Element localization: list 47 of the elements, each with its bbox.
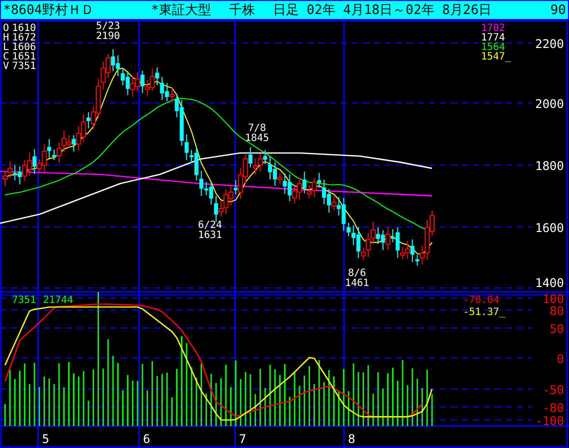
oscillator-axis-label: 100: [542, 292, 564, 306]
oscillator-axis-label: -50: [542, 383, 564, 397]
annotation-price: 2190: [96, 31, 120, 42]
annotation-date: 5/23: [96, 21, 120, 32]
ohlcv-label: H: [3, 32, 10, 44]
ohlcv-value: 1610: [12, 23, 36, 34]
period-label: 日足 02年 4月18日～02年 8月26日: [272, 4, 492, 16]
price-axis-label: 1800: [535, 159, 564, 173]
ohlcv-label: O: [3, 23, 10, 34]
oscillator-axis-label: 0: [556, 352, 564, 366]
month-label: 7: [239, 432, 246, 446]
ohlcv-label: V: [3, 61, 10, 72]
ohlcv-label: C: [3, 52, 10, 62]
annotation-date: 7/8: [248, 123, 266, 134]
oscillator-value: -51.37_: [463, 307, 506, 318]
month-label: 6: [143, 432, 150, 446]
annotation-price: 1631: [198, 230, 222, 241]
market-name: *東証大型: [151, 4, 211, 16]
ohlcv-value: 1651: [12, 52, 36, 62]
month-label: 8: [348, 432, 356, 446]
unit-label: 千株: [228, 4, 255, 16]
price-axis-label: 1600: [535, 221, 564, 235]
moving-average-value: 1564: [481, 42, 506, 53]
oscillator-axis-label: 50: [550, 322, 564, 336]
month-label: 5: [42, 432, 50, 446]
moving-average-value: 1774: [481, 32, 506, 44]
volume-readout: 7351: [12, 295, 36, 306]
moving-average-value: 1547_: [481, 52, 512, 62]
annotation-price: 1461: [344, 278, 370, 289]
oscillator-axis-label: -100: [535, 414, 564, 428]
stock-name: *8604野村ＨＤ: [3, 4, 96, 16]
annotation-price: 1845: [244, 133, 270, 144]
day-count: 90: [550, 4, 566, 16]
ohlcv-label: L: [3, 42, 10, 53]
oscillator-axis-label: -80: [542, 401, 564, 415]
volume-readout: 21744: [43, 295, 74, 306]
ohlcv-value: 1606: [12, 42, 36, 53]
price-axis-label: 1400: [535, 276, 564, 290]
ohlcv-value: 1672: [12, 32, 36, 44]
ohlcv-value: 7351: [12, 61, 36, 72]
annotation-date: 6/24: [198, 220, 222, 231]
moving-average-value: 1702: [481, 23, 506, 34]
price-axis-label: 2200: [535, 37, 564, 51]
oscillator-value: -70.04: [463, 295, 500, 306]
annotation-date: 8/6: [348, 268, 366, 279]
oscillator-axis-label: 80: [550, 304, 564, 318]
price-axis-label: 2000: [535, 97, 564, 111]
